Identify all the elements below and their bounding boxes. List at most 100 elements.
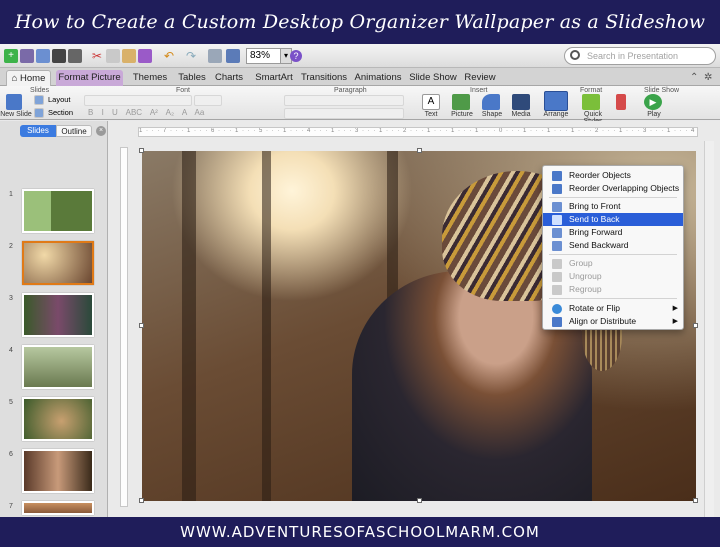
copy-icon[interactable] (106, 49, 120, 63)
templates-icon[interactable] (20, 49, 34, 63)
powerpoint-window: + ✂ ↶ ↷ 83% ▾ ? Search in Presentation ⌂… (0, 44, 720, 517)
save-icon[interactable] (52, 49, 66, 63)
slide-thumbnail[interactable] (22, 189, 94, 233)
section-button[interactable]: Section (48, 108, 73, 117)
quick-styles-icon[interactable] (582, 94, 600, 110)
slide-thumbnail[interactable] (22, 397, 94, 441)
cut-icon[interactable]: ✂ (90, 49, 104, 63)
tab-smartart[interactable]: SmartArt (251, 70, 297, 86)
open-icon[interactable] (36, 49, 50, 63)
shape-icon[interactable] (482, 94, 500, 110)
print-icon[interactable] (68, 49, 82, 63)
bring-forward-icon (552, 228, 562, 238)
tab-tables[interactable]: Tables (173, 70, 211, 86)
play-button-label[interactable]: Play (643, 111, 665, 118)
reorder-overlap-icon (552, 184, 562, 194)
close-panel-icon[interactable]: × (96, 126, 106, 136)
slide-number: 4 (9, 347, 13, 354)
font-name-select[interactable] (84, 95, 192, 106)
tab-transitions[interactable]: Transitions (299, 70, 349, 86)
menu-separator (549, 197, 677, 198)
redo-icon[interactable]: ↷ (184, 49, 198, 63)
media-button-label[interactable]: Media (508, 111, 534, 118)
resize-handle[interactable] (139, 323, 144, 328)
section-icon[interactable] (34, 108, 44, 118)
new-slide-icon[interactable] (6, 94, 22, 110)
send-backward-icon (552, 241, 562, 251)
tab-outline[interactable]: Outline (56, 125, 92, 137)
reorder-icon (552, 171, 562, 181)
slide-thumbnail[interactable] (22, 293, 94, 337)
slide-thumbnail[interactable] (22, 345, 94, 389)
tab-home[interactable]: ⌂ Home (6, 70, 51, 86)
menu-item-align-or-distribute[interactable]: Align or Distribute ▶ (543, 315, 683, 328)
zoom-field[interactable]: 83% (246, 48, 282, 64)
vertical-scrollbar[interactable] (704, 141, 714, 517)
media-icon[interactable] (512, 94, 530, 110)
menu-item-bring-to-front[interactable]: Bring to Front (543, 200, 683, 213)
menu-item-bring-forward[interactable]: Bring Forward (543, 226, 683, 239)
arrange-dropdown-menu: Reorder Objects Reorder Overlapping Obje… (542, 165, 684, 330)
picture-button-label[interactable]: Picture (449, 111, 475, 118)
format-painter-icon[interactable] (138, 49, 152, 63)
resize-handle[interactable] (417, 498, 422, 503)
resize-handle[interactable] (693, 498, 698, 503)
paragraph-align-buttons[interactable] (284, 108, 404, 119)
menu-item-rotate-or-flip[interactable]: Rotate or Flip ▶ (543, 302, 683, 315)
gear-icon[interactable]: ✲ (704, 72, 712, 83)
slide-thumbnail[interactable] (22, 501, 94, 515)
new-slide-label[interactable]: New Slide (0, 111, 32, 118)
tab-slide-show[interactable]: Slide Show (409, 70, 457, 86)
arrange-button-label[interactable]: Arrange (540, 111, 572, 118)
picture-icon[interactable] (452, 94, 470, 110)
resize-handle[interactable] (139, 498, 144, 503)
help-icon[interactable]: ? (290, 50, 302, 62)
tab-review[interactable]: Review (461, 70, 499, 86)
text-button-label[interactable]: Text (418, 111, 444, 118)
undo-icon[interactable]: ↶ (162, 49, 176, 63)
layout-button[interactable]: Layout (48, 95, 71, 104)
slide-number: 3 (9, 295, 13, 302)
text-box-icon[interactable]: A (422, 94, 440, 110)
collapse-ribbon-icon[interactable]: ⌃ (690, 72, 698, 83)
resize-handle[interactable] (693, 323, 698, 328)
layout-icon[interactable] (34, 95, 44, 105)
menu-separator (549, 254, 677, 255)
fill-color-icon[interactable] (616, 94, 626, 110)
font-style-buttons[interactable]: B I U ABC A² A₂ A Aa (88, 108, 204, 117)
ribbon: Slides Font Paragraph Insert Format Slid… (0, 86, 720, 125)
slide-thumbnail-selected[interactable] (22, 241, 94, 285)
menu-item-reorder-objects[interactable]: Reorder Objects (543, 169, 683, 182)
menu-item-send-to-back[interactable]: Send to Back (543, 213, 683, 226)
menu-item-reorder-overlapping[interactable]: Reorder Overlapping Objects (543, 182, 683, 195)
tab-format-picture[interactable]: Format Picture (56, 70, 123, 86)
slide-thumbnail[interactable] (22, 449, 94, 493)
play-icon[interactable]: ▶ (644, 94, 662, 110)
menu-item-group[interactable]: Group (543, 257, 683, 270)
menu-item-send-backward[interactable]: Send Backward (543, 239, 683, 252)
gallery-icon[interactable] (208, 49, 222, 63)
arrange-icon[interactable] (544, 91, 568, 111)
font-size-select[interactable] (194, 95, 222, 106)
shape-button-label[interactable]: Shape (479, 111, 505, 118)
search-input[interactable]: Search in Presentation (564, 47, 716, 65)
slide-number: 7 (9, 503, 13, 510)
menu-item-regroup[interactable]: Regroup (543, 283, 683, 296)
horizontal-ruler: 1 · · · 7 · · · 1 · · · 6 · · · 1 · · · … (138, 127, 698, 137)
sidebar-icon[interactable] (226, 49, 240, 63)
search-icon (570, 50, 580, 60)
blog-url-footer: WWW.ADVENTURESOFASCHOOLMARM.COM (0, 517, 720, 547)
paste-icon[interactable] (122, 49, 136, 63)
tab-themes[interactable]: Themes (127, 70, 173, 86)
group-label-format: Format (580, 87, 603, 94)
paragraph-list-buttons[interactable] (284, 95, 404, 106)
tab-animations[interactable]: Animations (353, 70, 403, 86)
menu-item-ungroup[interactable]: Ungroup (543, 270, 683, 283)
resize-handle[interactable] (139, 148, 144, 153)
tab-slides[interactable]: Slides (20, 125, 56, 137)
resize-handle[interactable] (417, 148, 422, 153)
vertical-ruler (120, 147, 128, 507)
new-presentation-icon[interactable]: + (4, 49, 18, 63)
tab-charts[interactable]: Charts (211, 70, 247, 86)
blog-title-banner: How to Create a Custom Desktop Organizer… (0, 0, 720, 44)
